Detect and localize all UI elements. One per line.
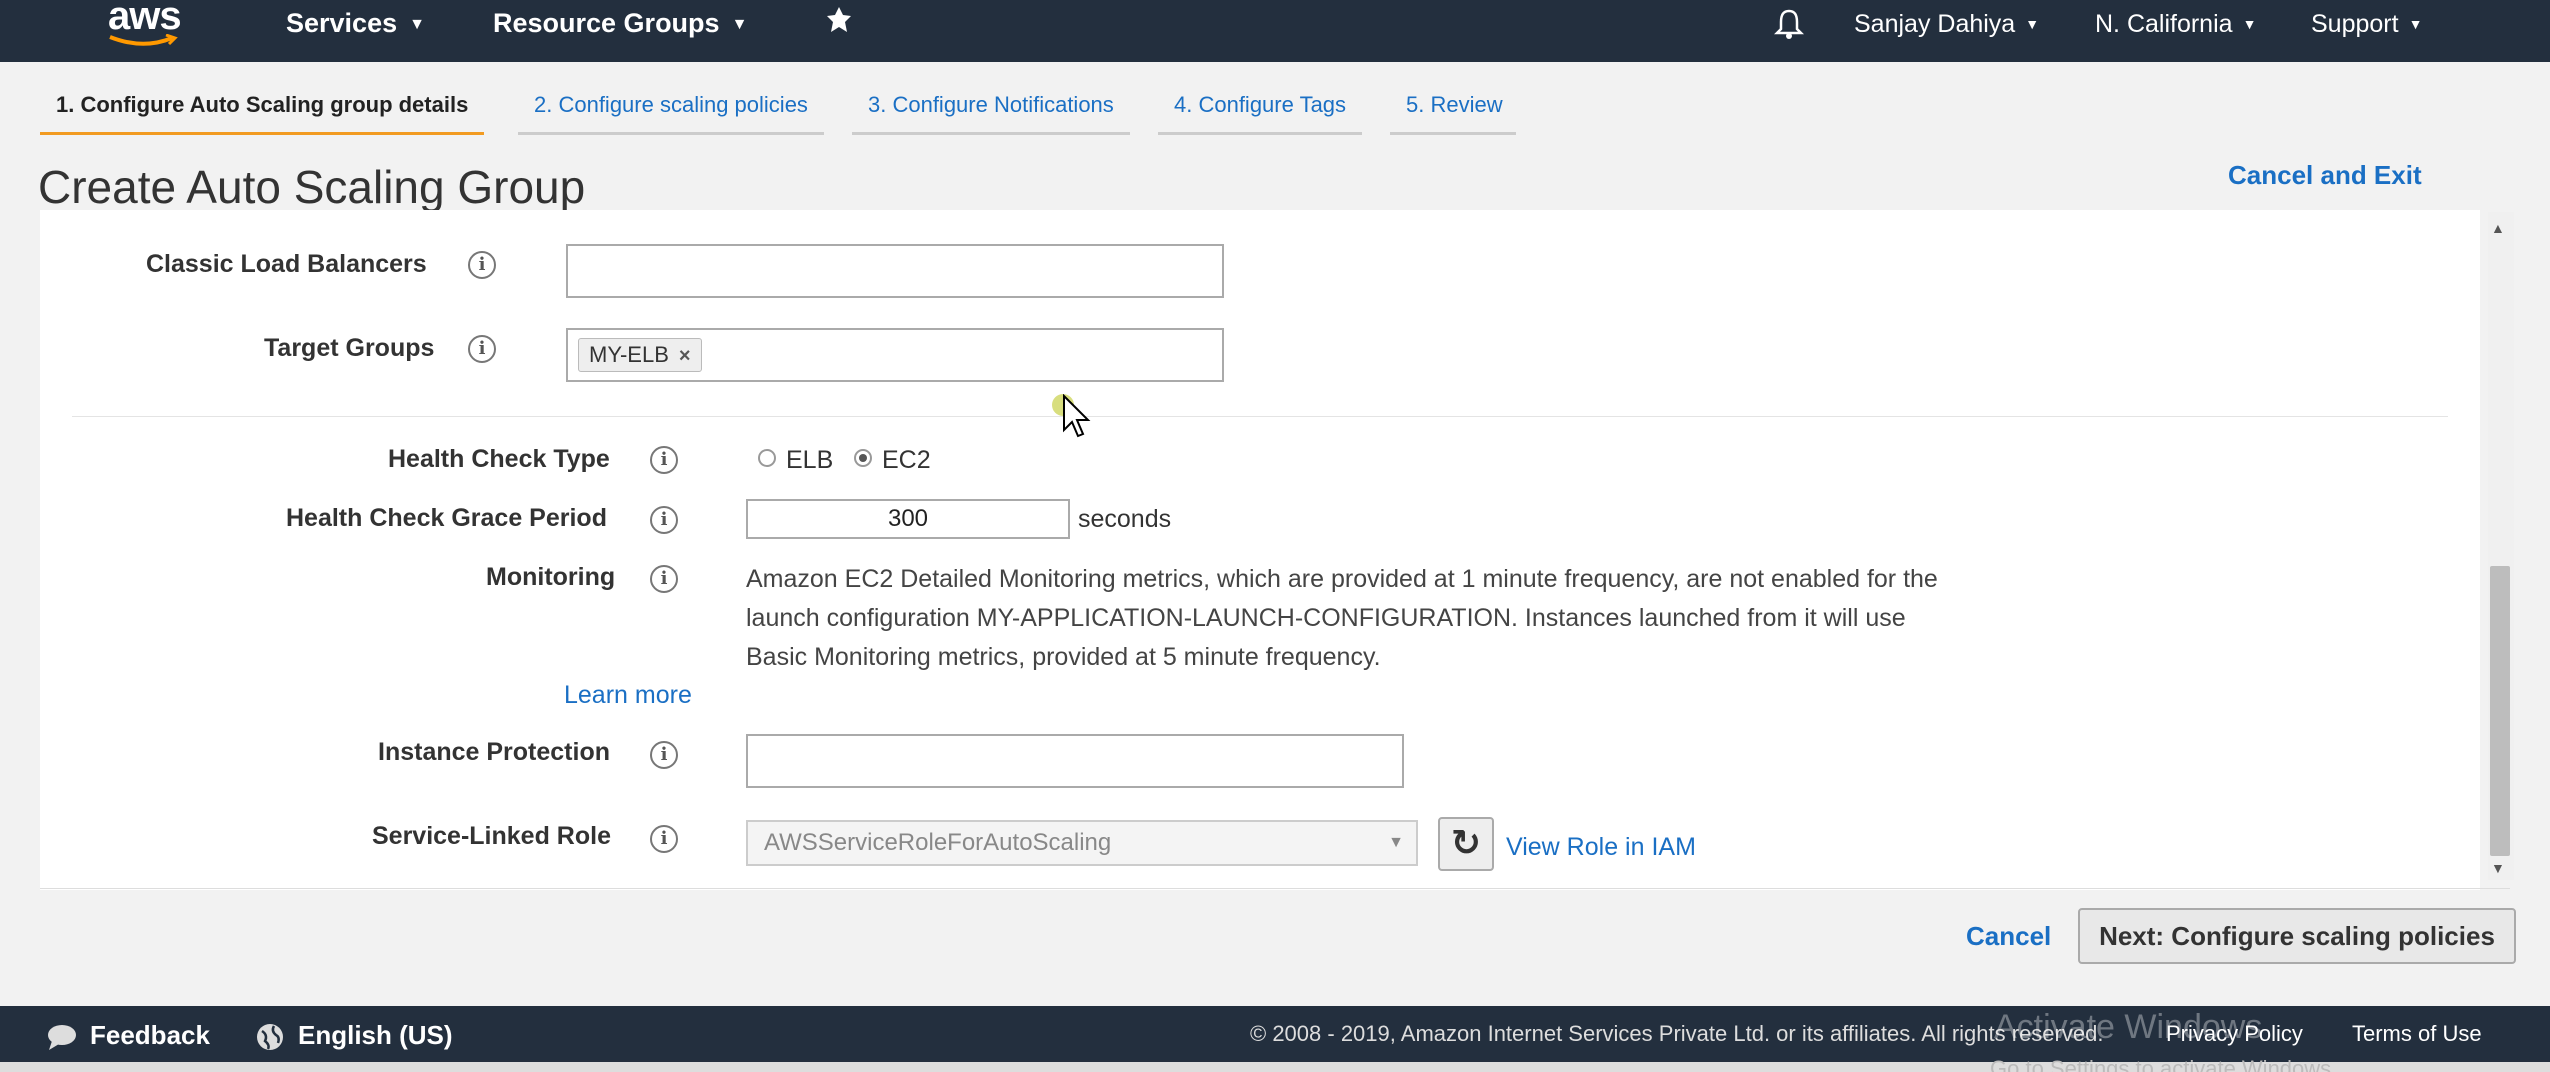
language-selector[interactable]: English (US) [256,1020,453,1051]
copyright-text: © 2008 - 2019, Amazon Internet Services … [1250,1021,2104,1046]
activate-windows-subtext: Go to Settings to activate Windows. [1990,1056,2338,1072]
select-value: AWSServiceRoleForAutoScaling [764,829,1112,856]
privacy-policy-link[interactable]: Privacy Policy [2166,1021,2303,1047]
monitoring-line: launch configuration MY-APPLICATION-LAUN… [746,604,1906,632]
service-linked-role-label: Service-Linked Role [372,822,611,850]
info-icon[interactable]: i [650,565,678,593]
info-icon[interactable]: i [650,446,678,474]
info-icon[interactable]: i [650,741,678,769]
refresh-icon[interactable]: ↻ [1438,817,1494,871]
chat-bubble-icon [48,1025,76,1051]
section-divider [72,416,2448,417]
pin-icon[interactable] [826,6,852,41]
below-footer-strip: Go to Settings to activate Windows. [0,1056,2550,1072]
resource-groups-menu[interactable]: Resource Groups ▼ [493,8,747,39]
classic-lb-label: Classic Load Balancers [146,250,427,278]
page-title: Create Auto Scaling Group [38,161,586,213]
chevron-down-icon: ▼ [409,16,425,33]
footer-bar: Feedback English (US) © 2008 - 2019, Ama… [0,1006,2550,1062]
info-icon[interactable]: i [650,825,678,853]
monitoring-line: Basic Monitoring metrics, provided at 5 … [746,643,1381,671]
terms-of-use-link[interactable]: Terms of Use [2352,1021,2482,1047]
bell-icon[interactable] [1773,8,1805,47]
info-icon[interactable]: i [468,251,496,279]
region-menu[interactable]: N. California ▼ [2095,10,2256,39]
tab-scaling-policies[interactable]: 2. Configure scaling policies [518,92,824,135]
monitoring-line: Amazon EC2 Detailed Monitoring metrics, … [746,565,1938,593]
services-label: Services [286,8,398,38]
cancel-button[interactable]: Cancel [1966,921,2051,952]
remove-chip-icon[interactable]: × [679,345,691,367]
globe-icon [257,1024,283,1051]
form-panel [40,210,2480,890]
cancel-and-exit-link[interactable]: Cancel and Exit [2228,160,2422,191]
tab-review[interactable]: 5. Review [1390,92,1516,135]
support-label: Support [2311,10,2399,38]
user-name: Sanjay Dahiya [1854,10,2016,38]
region-name: N. California [2095,10,2233,38]
top-navigation-bar: aws Services ▼ Resource Groups ▼ Sanjay Da… [0,0,2550,62]
aws-logo[interactable]: aws [106,0,182,56]
grace-period-label: Health Check Grace Period [286,504,607,532]
target-groups-label: Target Groups [264,334,435,362]
grace-period-unit: seconds [1078,505,1172,533]
tab-tags[interactable]: 4. Configure Tags [1158,92,1363,135]
chevron-down-icon: ▼ [1388,834,1404,851]
radio-elb[interactable] [758,449,776,467]
info-icon[interactable]: i [468,335,496,363]
view-role-in-iam-link[interactable]: View Role in IAM [1506,833,1696,862]
resource-groups-label: Resource Groups [493,8,720,38]
instance-protection-label: Instance Protection [378,738,610,766]
instance-protection-input[interactable] [746,734,1404,788]
monitoring-label: Monitoring [486,563,616,591]
health-check-type-label: Health Check Type [388,445,610,473]
user-menu[interactable]: Sanjay Dahiya ▼ [1854,10,2039,39]
services-menu[interactable]: Services ▼ [286,8,425,39]
chevron-down-icon: ▼ [2025,16,2040,32]
service-linked-role-select[interactable]: AWSServiceRoleForAutoScaling ▼ [746,820,1418,866]
radio-ec2-label: EC2 [882,446,931,474]
feedback-link[interactable]: Feedback [46,1020,210,1051]
chevron-down-icon: ▼ [2408,16,2423,32]
scrollbar-thumb[interactable] [2490,566,2510,856]
chevron-down-icon: ▼ [2242,16,2257,32]
language-label: English (US) [298,1020,453,1050]
monitoring-description: Amazon EC2 Detailed Monitoring metrics, … [746,560,2046,677]
radio-elb-label: ELB [786,446,834,474]
scroll-up-icon[interactable]: ▲ [2491,220,2505,236]
radio-ec2[interactable] [854,449,872,467]
chip-label: MY-ELB [589,342,669,367]
feedback-label: Feedback [90,1020,210,1050]
actions-divider [40,888,2510,889]
grace-period-input[interactable]: 300 [746,499,1070,539]
next-button[interactable]: Next: Configure scaling policies [2078,908,2516,964]
tab-notifications[interactable]: 3. Configure Notifications [852,92,1130,135]
info-icon[interactable]: i [650,506,678,534]
chevron-down-icon: ▼ [731,16,748,33]
scroll-down-icon[interactable]: ▼ [2491,860,2505,876]
target-group-chip: MY-ELB × [578,338,702,372]
support-menu[interactable]: Support ▼ [2311,10,2422,39]
mouse-cursor-icon [1063,394,1091,438]
learn-more-link[interactable]: Learn more [564,681,692,710]
target-groups-input[interactable]: MY-ELB × [566,328,1224,382]
tab-configure-details[interactable]: 1. Configure Auto Scaling group details [40,92,485,135]
classic-lb-input[interactable] [566,244,1224,298]
aws-smile-icon [109,34,178,46]
